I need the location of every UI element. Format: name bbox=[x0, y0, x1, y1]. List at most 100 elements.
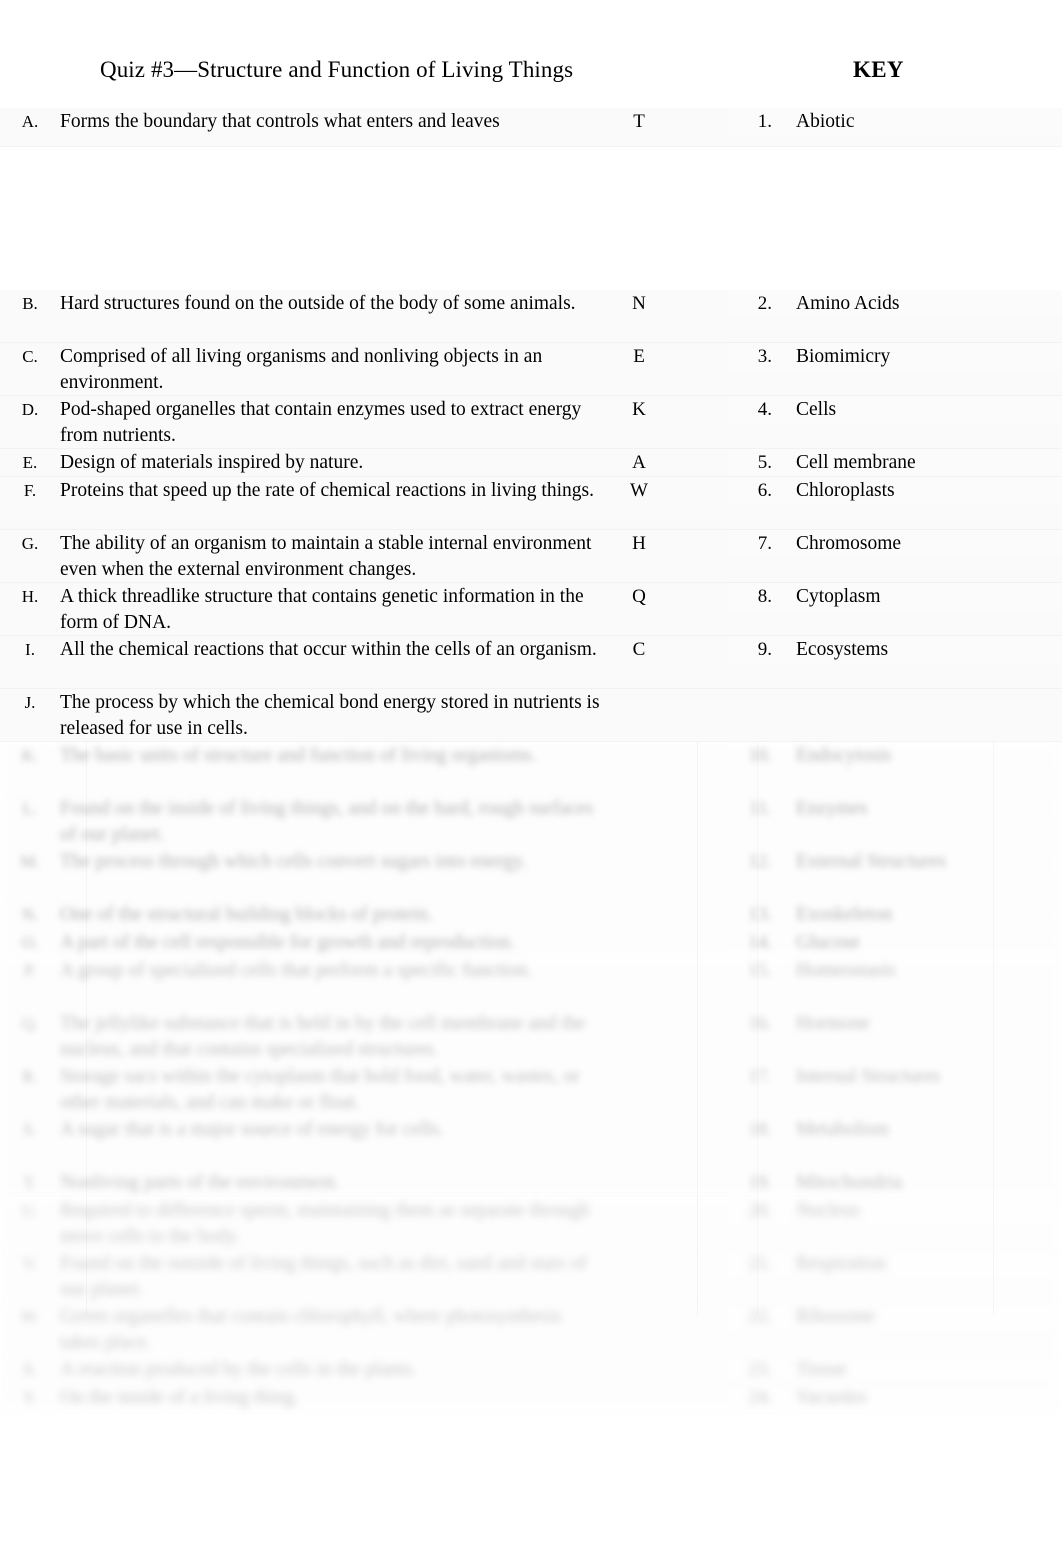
answer-letter bbox=[608, 929, 670, 930]
term-number: 3. bbox=[728, 343, 776, 370]
definition-letter: G. bbox=[0, 530, 60, 557]
definition-text: The ability of an organism to maintain a… bbox=[60, 530, 608, 582]
definition-letter: P. bbox=[0, 957, 60, 984]
matching-row: M. The process through which cells conver… bbox=[0, 848, 1062, 901]
answer-letter: A bbox=[608, 449, 670, 476]
term-text: Tissue bbox=[776, 1356, 1062, 1383]
definition-text: Comprised of all living organisms and no… bbox=[60, 343, 608, 395]
matching-row: E. Design of materials inspired by nature… bbox=[0, 449, 1062, 477]
definition-text: The process through which cells convert … bbox=[60, 848, 608, 875]
definition-letter: A. bbox=[0, 108, 60, 135]
term-text: Exoskeleton bbox=[776, 901, 1062, 928]
answer-letter bbox=[608, 1250, 670, 1251]
answer-letter: N bbox=[608, 290, 670, 317]
definition-letter: M. bbox=[0, 848, 60, 875]
definition-text: A sugar that is a major source of energy… bbox=[60, 1116, 608, 1143]
definition-letter: S. bbox=[0, 1116, 60, 1143]
term-text: Nucleus bbox=[776, 1197, 1062, 1224]
definition-letter: Q. bbox=[0, 1010, 60, 1037]
matching-table-first-row: A. Forms the boundary that controls what … bbox=[0, 108, 1062, 147]
definition-text: The process by which the chemical bond e… bbox=[60, 689, 608, 741]
quiz-document-page: Quiz #3—Structure and Function of Living… bbox=[0, 0, 1062, 1561]
term-text: Homeostasis bbox=[776, 957, 1062, 984]
answer-letter bbox=[608, 1303, 670, 1304]
term-text: Amino Acids bbox=[776, 290, 1062, 317]
matching-row: H. A thick threadlike structure that cont… bbox=[0, 583, 1062, 636]
definition-letter: L. bbox=[0, 795, 60, 822]
matching-row: X. A reaction produced by the cells in th… bbox=[0, 1356, 1062, 1384]
term-number: 20. bbox=[728, 1197, 776, 1224]
term-text: Abiotic bbox=[776, 108, 1062, 135]
definition-text: Hard structures found on the outside of … bbox=[60, 290, 608, 317]
term-number: 17. bbox=[728, 1063, 776, 1090]
definition-letter: D. bbox=[0, 396, 60, 423]
term-text: Metabolism bbox=[776, 1116, 1062, 1143]
term-number bbox=[728, 689, 776, 690]
matching-row: O. A part of the cell responsible for gro… bbox=[0, 929, 1062, 957]
page-title: Quiz #3—Structure and Function of Living… bbox=[100, 57, 574, 82]
answer-letter: W bbox=[608, 477, 670, 504]
term-number: 18. bbox=[728, 1116, 776, 1143]
answer-letter bbox=[608, 1356, 670, 1357]
definition-letter: T. bbox=[0, 1169, 60, 1196]
definition-text: Pod-shaped organelles that contain enzym… bbox=[60, 396, 608, 448]
definition-letter: R. bbox=[0, 1063, 60, 1090]
definition-text: Forms the boundary that controls what en… bbox=[60, 108, 608, 135]
answer-letter bbox=[608, 901, 670, 902]
term-text: Cell membrane bbox=[776, 449, 1062, 476]
term-number: 13. bbox=[728, 901, 776, 928]
definition-text: A group of specialized cells that perfor… bbox=[60, 957, 608, 984]
definition-letter: K. bbox=[0, 742, 60, 769]
definition-letter: B. bbox=[0, 290, 60, 317]
term-number: 7. bbox=[728, 530, 776, 557]
definition-letter: V. bbox=[0, 1250, 60, 1277]
definition-text: One of the structural building blocks of… bbox=[60, 901, 608, 928]
definition-text: A reaction produced by the cells in the … bbox=[60, 1356, 608, 1383]
definition-text: A thick threadlike structure that contai… bbox=[60, 583, 608, 635]
matching-row: I. All the chemical reactions that occur … bbox=[0, 636, 1062, 689]
definition-letter: F. bbox=[0, 477, 60, 504]
matching-row: U. Required to difference sperm, maintain… bbox=[0, 1197, 1062, 1250]
definition-letter: Y. bbox=[0, 1384, 60, 1411]
matching-row: F. Proteins that speed up the rate of che… bbox=[0, 477, 1062, 530]
matching-row: Y. On the inside of a living thing. 24. Vac… bbox=[0, 1384, 1062, 1412]
answer-letter: K bbox=[608, 396, 670, 423]
definition-letter: U. bbox=[0, 1197, 60, 1224]
matching-row: D. Pod-shaped organelles that contain enz… bbox=[0, 396, 1062, 449]
term-text: Ribosome bbox=[776, 1303, 1062, 1330]
definition-text: Found on the inside of living things, an… bbox=[60, 795, 608, 847]
definition-text: The basic units of structure and functio… bbox=[60, 742, 608, 769]
term-number: 11. bbox=[728, 795, 776, 822]
definition-letter: C. bbox=[0, 343, 60, 370]
matching-row: R. Storage sacs within the cytoplasm that… bbox=[0, 1063, 1062, 1116]
definition-text: Proteins that speed up the rate of chemi… bbox=[60, 477, 608, 504]
answer-letter bbox=[608, 957, 670, 958]
term-text bbox=[776, 689, 1062, 690]
matching-row: W. Green organelles that contain chloroph… bbox=[0, 1303, 1062, 1356]
key-label: KEY bbox=[853, 57, 904, 82]
matching-row: N. One of the structural building blocks … bbox=[0, 901, 1062, 929]
answer-letter bbox=[608, 795, 670, 796]
definition-text: On the inside of a living thing. bbox=[60, 1384, 608, 1411]
answer-letter bbox=[608, 1169, 670, 1170]
matching-row: S. A sugar that is a major source of ener… bbox=[0, 1116, 1062, 1169]
matching-row: L. Found on the inside of living things, … bbox=[0, 795, 1062, 848]
term-text: Chloroplasts bbox=[776, 477, 1062, 504]
term-number: 19. bbox=[728, 1169, 776, 1196]
term-text: Chromosome bbox=[776, 530, 1062, 557]
definition-letter: I. bbox=[0, 636, 60, 663]
definition-text: Required to difference sperm, maintainin… bbox=[60, 1197, 608, 1249]
matching-row: B. Hard structures found on the outside o… bbox=[0, 290, 1062, 343]
term-number: 14. bbox=[728, 929, 776, 956]
answer-letter bbox=[608, 742, 670, 743]
term-text: Internal Structures bbox=[776, 1063, 1062, 1090]
term-text: Vacuoles bbox=[776, 1384, 1062, 1411]
matching-row: P. A group of specialized cells that perf… bbox=[0, 957, 1062, 1010]
definition-text: Storage sacs within the cytoplasm that h… bbox=[60, 1063, 608, 1115]
definition-letter: J. bbox=[0, 689, 60, 716]
term-text: Cytoplasm bbox=[776, 583, 1062, 610]
term-text: Ecosystems bbox=[776, 636, 1062, 663]
term-text: Mitochondria bbox=[776, 1169, 1062, 1196]
term-number: 15. bbox=[728, 957, 776, 984]
definition-text: All the chemical reactions that occur wi… bbox=[60, 636, 608, 663]
